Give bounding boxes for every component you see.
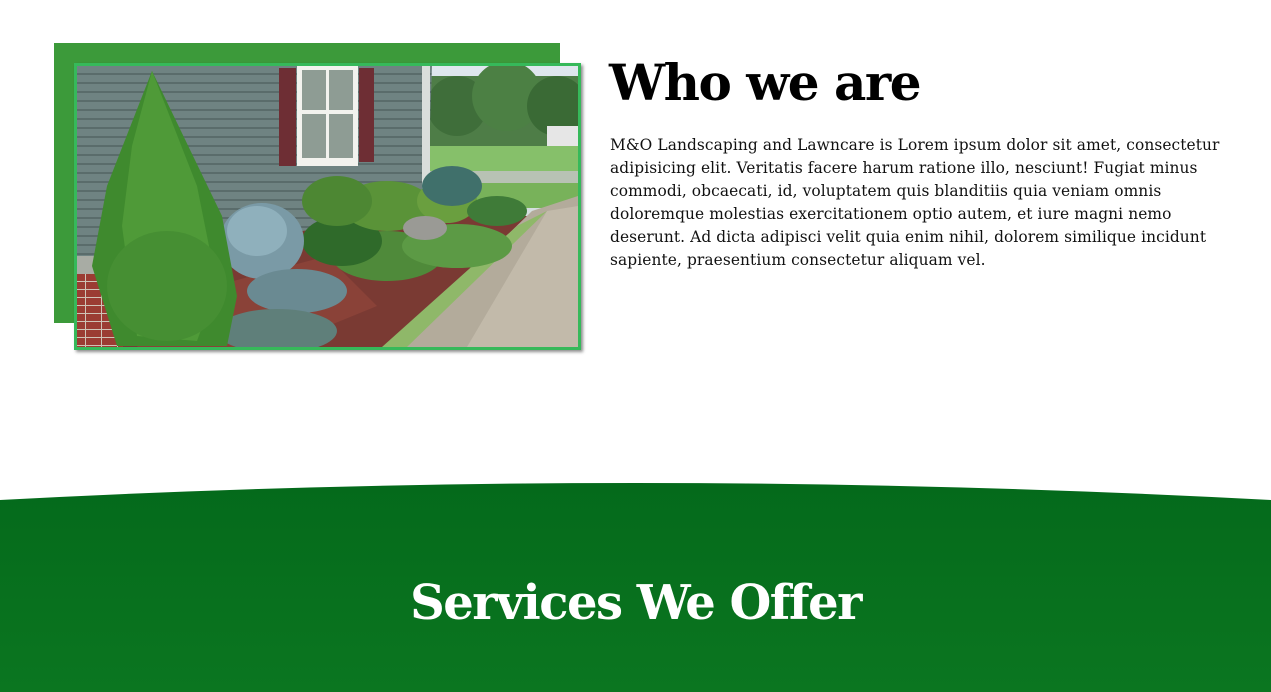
about-section: Who we are M&O Landscaping and Lawncare … bbox=[0, 0, 1271, 480]
about-heading: Who we are bbox=[609, 53, 922, 112]
about-paragraph: M&O Landscaping and Lawncare is Lorem ip… bbox=[610, 136, 1220, 269]
services-section: Services We Offer bbox=[0, 482, 1271, 692]
services-heading: Services We Offer bbox=[410, 575, 862, 631]
landscaping-photo bbox=[74, 63, 581, 350]
